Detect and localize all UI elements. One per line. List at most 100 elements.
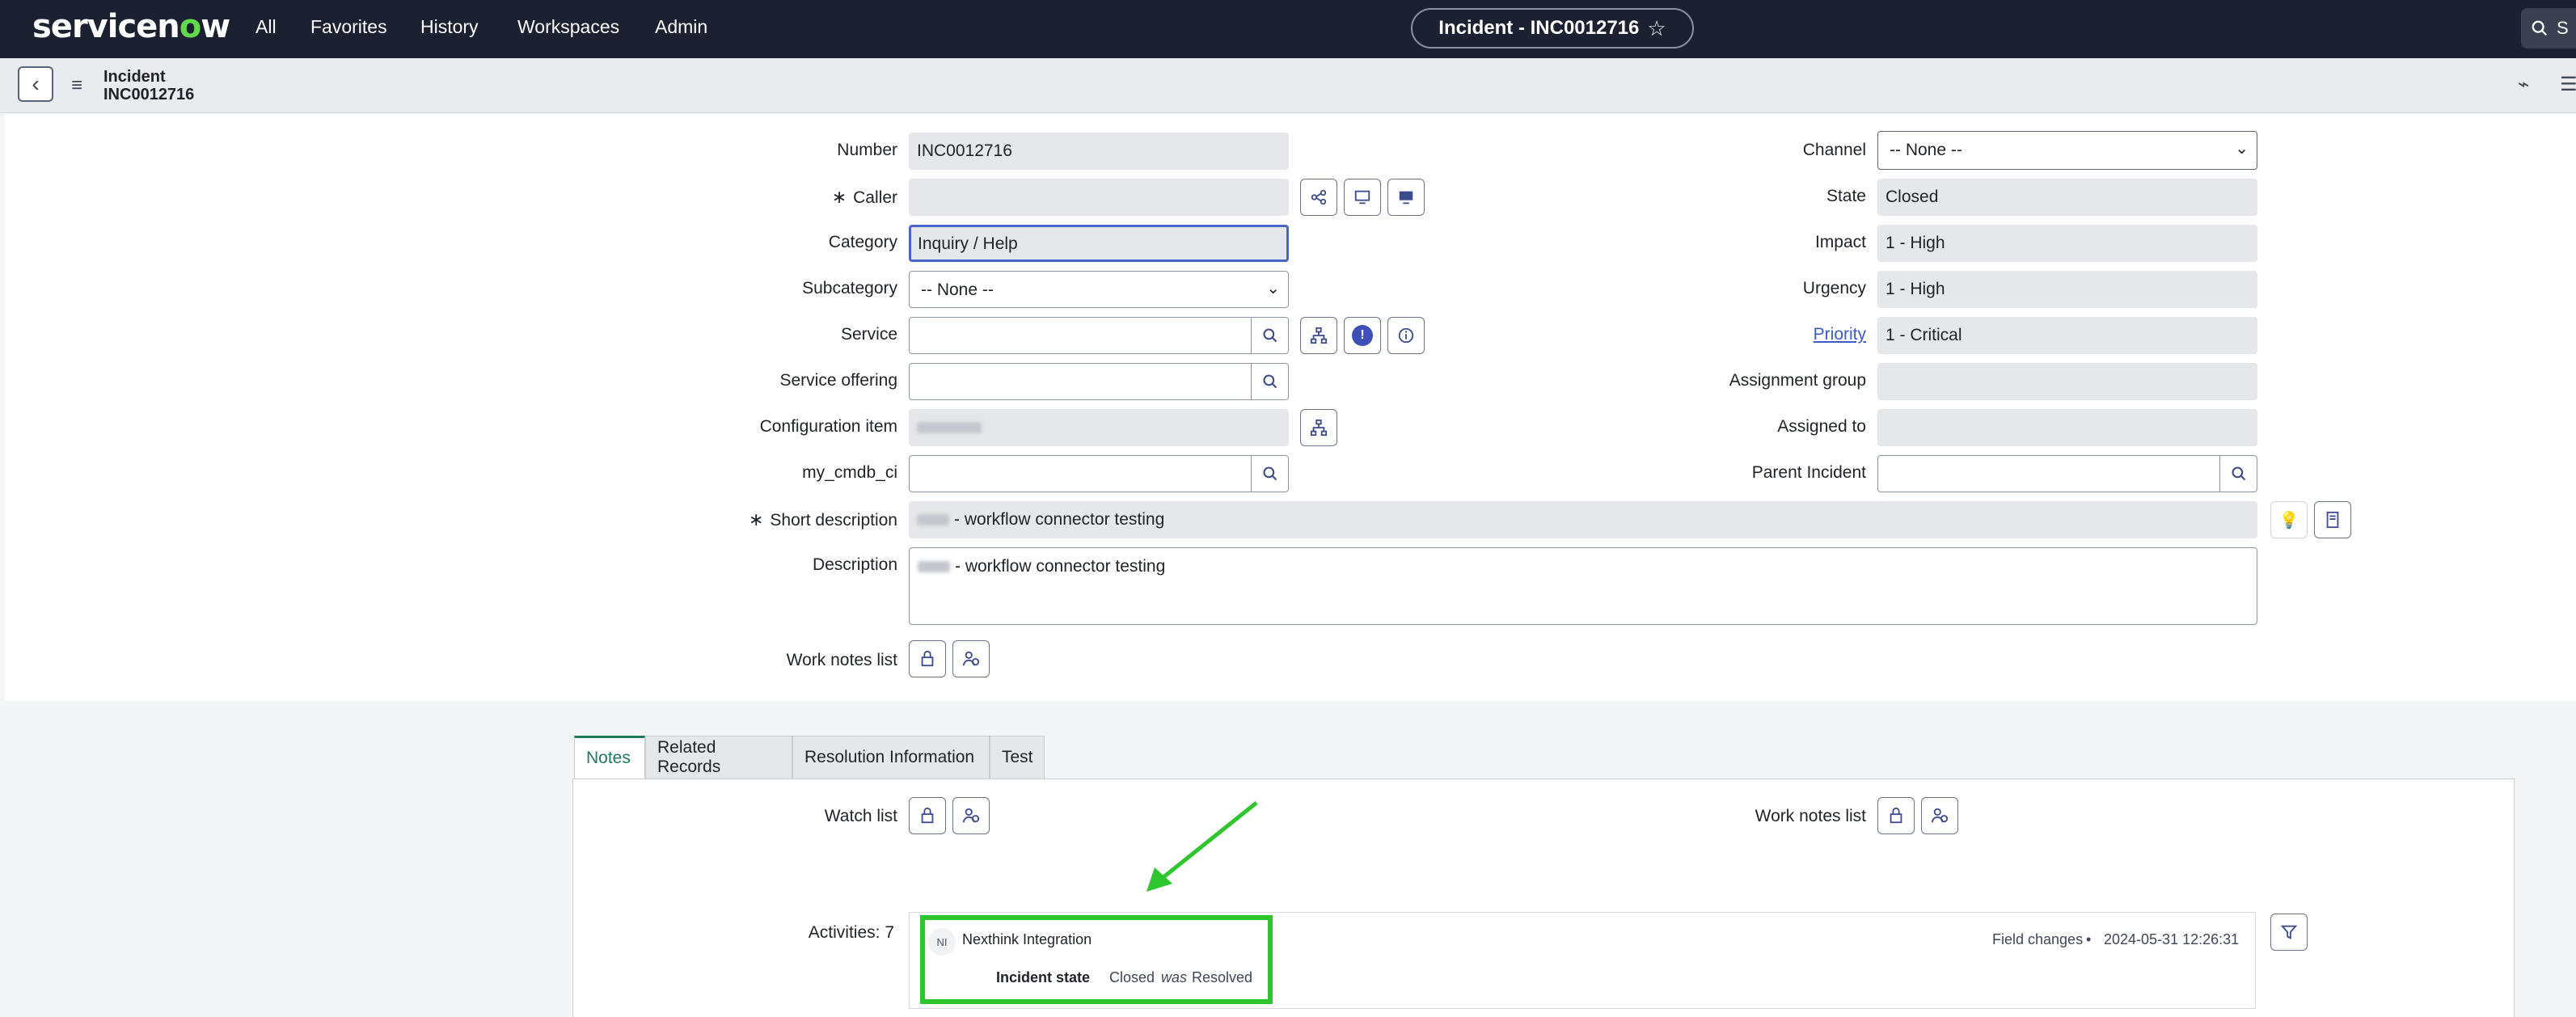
suggestion-button[interactable]: 💡 <box>2270 501 2308 538</box>
assignment-group-field[interactable] <box>1877 363 2257 400</box>
favorite-star-icon[interactable]: ☆ <box>1647 16 1666 41</box>
lock-icon <box>1890 807 1902 824</box>
search-icon <box>1262 328 1277 343</box>
redacted-text <box>917 514 949 526</box>
tab-resolution-information[interactable]: Resolution Information <box>792 736 990 779</box>
caller-desktop-button[interactable] <box>1387 179 1425 216</box>
assigned-to-field[interactable] <box>1877 409 2257 446</box>
required-icon: ∗ <box>748 509 764 530</box>
back-button[interactable]: ‹ <box>18 66 53 102</box>
record-title: Incident INC0012716 <box>103 68 194 103</box>
work-notes-lock-button[interactable] <box>909 640 946 677</box>
record-context-pill[interactable]: Incident - INC0012716 ☆ <box>1411 8 1694 49</box>
settings-sliders-icon[interactable]: ☰ <box>2560 73 2576 96</box>
urgency-label: Urgency <box>1802 279 1866 298</box>
cmdb-ci-field[interactable] <box>909 455 1252 492</box>
record-table-name: Incident <box>103 68 166 86</box>
activity-filter-button[interactable] <box>2270 914 2308 951</box>
ci-field[interactable] <box>909 409 1289 446</box>
ci-dependency-button[interactable] <box>1300 409 1337 446</box>
service-offering-field[interactable] <box>909 363 1252 400</box>
activity-separator: • <box>2086 931 2092 947</box>
tab-related-records[interactable]: Related Records <box>645 736 792 779</box>
search-text: S <box>2557 18 2569 38</box>
chevron-down-icon: ⌄ <box>2235 140 2249 158</box>
share-nodes-icon <box>1311 189 1327 205</box>
service-label: Service <box>840 325 897 344</box>
caller-label: ∗ Caller <box>831 187 897 207</box>
cmdb-ci-label: my_cmdb_ci <box>802 463 897 482</box>
caller-field[interactable] <box>909 179 1289 216</box>
tab-notes[interactable]: Notes <box>574 736 645 779</box>
alert-icon: ! <box>1352 325 1373 346</box>
search-icon <box>1262 374 1277 389</box>
priority-link[interactable]: Priority <box>1698 325 1866 344</box>
service-dependency-button[interactable] <box>1300 317 1337 354</box>
category-label: Category <box>828 233 897 251</box>
caller-relationships-button[interactable] <box>1300 179 1337 216</box>
channel-select[interactable]: -- None -- ⌄ <box>1877 131 2257 170</box>
lock-icon <box>921 807 934 824</box>
nav-all[interactable]: All <box>255 16 277 38</box>
knowledge-button[interactable] <box>2314 501 2351 538</box>
nav-workspaces[interactable]: Workspaces <box>517 16 619 38</box>
impact-label: Impact <box>1814 233 1866 251</box>
hierarchy-icon <box>1310 419 1328 437</box>
work-notes-list-label: Work notes list <box>786 651 897 669</box>
parent-incident-lookup-button[interactable] <box>2220 455 2257 492</box>
impact-field[interactable]: 1 - High <box>1877 225 2257 262</box>
parent-incident-field[interactable] <box>1877 455 2220 492</box>
watch-list-lock-button[interactable] <box>909 797 946 834</box>
nav-history[interactable]: History <box>420 16 479 38</box>
cmdb-ci-lookup-button[interactable] <box>1252 455 1289 492</box>
activity-pulse-icon[interactable]: ⌁ <box>2518 73 2529 96</box>
work-notes-add-me-button[interactable] <box>952 640 990 677</box>
service-info-button[interactable] <box>1387 317 1425 354</box>
context-menu-icon[interactable]: ≡ <box>71 74 82 97</box>
service-alert-button[interactable]: ! <box>1344 317 1381 354</box>
service-offering-lookup-button[interactable] <box>1252 363 1289 400</box>
subcategory-value: -- None -- <box>921 281 994 299</box>
subcategory-select[interactable]: -- None -- ⌄ <box>909 271 1289 308</box>
number-field[interactable]: INC0012716 <box>909 133 1289 170</box>
urgency-field[interactable]: 1 - High <box>1877 271 2257 308</box>
nav-admin[interactable]: Admin <box>655 16 707 38</box>
state-field[interactable]: Closed <box>1877 179 2257 216</box>
channel-value: -- None -- <box>1890 141 1962 159</box>
top-navigation: servicenow All Favorites History Workspa… <box>0 0 2576 58</box>
annotation-highlight-box <box>920 915 1273 1004</box>
search-icon <box>2231 466 2245 481</box>
activity-type: Field changes <box>1992 931 2084 947</box>
desktop-icon <box>1399 191 1413 205</box>
form-header: ‹ ≡ Incident INC0012716 ⌁ ☰ <box>0 58 2576 113</box>
short-description-label: ∗ Short description <box>748 509 897 530</box>
notes-work-notes-lock-button[interactable] <box>1877 797 1915 834</box>
lock-icon <box>921 650 934 667</box>
service-lookup-button[interactable] <box>1252 317 1289 354</box>
global-search[interactable]: S <box>2521 8 2576 49</box>
redacted-text <box>918 561 950 573</box>
short-description-field[interactable]: - workflow connector testing <box>909 501 2257 538</box>
servicenow-logo[interactable]: servicenow <box>32 8 230 45</box>
description-label: Description <box>812 555 897 574</box>
watch-list-add-me-button[interactable] <box>952 797 990 834</box>
required-icon: ∗ <box>831 187 847 207</box>
search-icon <box>1262 466 1277 481</box>
add-user-icon <box>1931 808 1949 823</box>
category-field[interactable]: Inquiry / Help <box>909 225 1289 262</box>
watch-list-label: Watch list <box>824 807 897 825</box>
nav-favorites[interactable]: Favorites <box>310 16 387 38</box>
notes-work-notes-list-label: Work notes list <box>1755 807 1866 825</box>
add-user-icon <box>962 651 980 666</box>
service-field[interactable] <box>909 317 1252 354</box>
tab-test[interactable]: Test <box>990 736 1045 779</box>
state-label: State <box>1826 187 1866 205</box>
priority-field[interactable]: 1 - Critical <box>1877 317 2257 354</box>
caller-device-button[interactable] <box>1344 179 1381 216</box>
description-field[interactable]: - workflow connector testing <box>909 547 2257 625</box>
record-number: INC0012716 <box>103 86 195 103</box>
info-icon <box>1398 327 1414 344</box>
number-label: Number <box>837 141 897 159</box>
hierarchy-icon <box>1310 327 1328 344</box>
notes-work-notes-add-me-button[interactable] <box>1921 797 1958 834</box>
